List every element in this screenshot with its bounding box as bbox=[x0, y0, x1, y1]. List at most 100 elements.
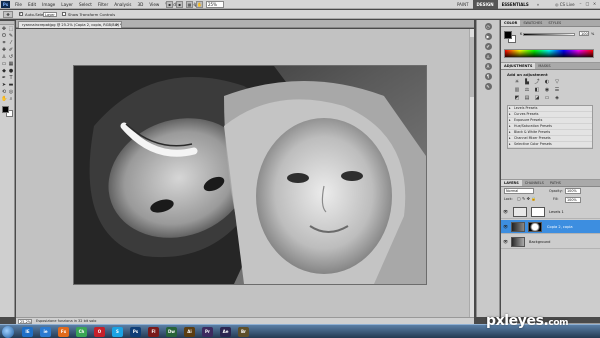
visibility-eye-icon[interactable]: 👁 bbox=[503, 239, 508, 244]
hue-saturation-icon[interactable]: ▥ bbox=[513, 87, 521, 93]
menu-edit[interactable]: Edit bbox=[28, 0, 36, 9]
shape-tool-icon[interactable]: ▬ bbox=[8, 82, 14, 88]
menu-view[interactable]: View bbox=[149, 0, 159, 9]
tab-color[interactable]: COLOR bbox=[501, 20, 521, 26]
blend-mode-dropdown[interactable]: Normal bbox=[504, 188, 534, 194]
taskbar-app-button[interactable]: Ps bbox=[130, 327, 141, 337]
scrollbar-thumb[interactable] bbox=[470, 37, 474, 97]
color-balance-icon[interactable]: ⚖ bbox=[523, 87, 531, 93]
tab-adjustments[interactable]: ADJUSTMENTS bbox=[501, 63, 536, 69]
gradient-map-icon[interactable]: ▭ bbox=[543, 95, 551, 101]
start-button[interactable] bbox=[2, 326, 14, 338]
color-swatches[interactable] bbox=[2, 106, 13, 117]
preset-selective-color[interactable]: Selective Color Presets bbox=[508, 142, 592, 148]
paragraph-panel-icon[interactable]: ¶ bbox=[484, 73, 492, 80]
visibility-eye-icon[interactable]: 👁 bbox=[503, 209, 508, 214]
close-tab-icon[interactable]: × bbox=[116, 22, 119, 28]
color-channel-value[interactable]: 100 bbox=[579, 31, 589, 36]
opacity-field[interactable]: 100% bbox=[565, 188, 581, 194]
quick-select-tool-icon[interactable]: ✎ bbox=[8, 33, 14, 39]
levels-icon[interactable]: ▙ bbox=[523, 79, 531, 85]
taskbar-app-button[interactable]: Ch bbox=[76, 327, 87, 337]
taskbar-app-button[interactable]: S bbox=[112, 327, 123, 337]
taskbar-app-button[interactable]: Br bbox=[238, 327, 249, 337]
tab-layers[interactable]: LAYERS bbox=[501, 180, 522, 186]
channel-mixer-icon[interactable]: ☰ bbox=[553, 87, 561, 93]
menu-3d[interactable]: 3D bbox=[138, 0, 144, 9]
history-brush-tool-icon[interactable]: ↺ bbox=[8, 54, 14, 60]
vertical-scrollbar[interactable] bbox=[469, 29, 474, 317]
menu-filter[interactable]: Filter bbox=[98, 0, 108, 9]
taskbar-app-button[interactable]: Fx bbox=[58, 327, 69, 337]
black-white-icon[interactable]: ◧ bbox=[533, 87, 541, 93]
lasso-tool-icon[interactable]: ʘ bbox=[1, 33, 7, 39]
maximize-icon[interactable]: □ bbox=[585, 1, 590, 7]
visibility-eye-icon[interactable]: 👁 bbox=[503, 224, 508, 229]
marquee-tool-icon[interactable]: ⬚ bbox=[8, 26, 14, 32]
invert-icon[interactable]: ◩ bbox=[513, 95, 521, 101]
photo-filter-icon[interactable]: ◉ bbox=[543, 87, 551, 93]
curves-icon[interactable]: ⤴ bbox=[533, 79, 541, 85]
fill-field[interactable]: 100% bbox=[565, 197, 581, 203]
taskbar-app-button[interactable]: IE bbox=[22, 327, 33, 337]
history-panel-icon[interactable]: ◷ bbox=[484, 23, 492, 30]
close-icon[interactable]: × bbox=[592, 1, 597, 7]
taskbar-app-button[interactable]: Dw bbox=[166, 327, 177, 337]
lock-icons[interactable]: ▢ ✎ ✥ 🔒 bbox=[517, 196, 536, 202]
layer-row-levels[interactable]: 👁 Levels 1 bbox=[501, 205, 600, 219]
color-panel-foreground-swatch[interactable] bbox=[504, 31, 512, 39]
taskbar-app-button[interactable]: O bbox=[94, 327, 105, 337]
layer-mask-thumbnail[interactable] bbox=[531, 207, 545, 217]
color-spectrum-ramp[interactable] bbox=[504, 49, 594, 58]
tool-presets-panel-icon[interactable]: ✎ bbox=[484, 83, 492, 90]
taskbar-app-button[interactable]: ie bbox=[40, 327, 51, 337]
brush-tool-icon[interactable]: ✐ bbox=[8, 47, 14, 53]
taskbar-app-button[interactable]: Pr bbox=[202, 327, 213, 337]
tab-masks[interactable]: MASKS bbox=[535, 63, 553, 69]
vibrance-icon[interactable]: ▽ bbox=[553, 79, 561, 85]
move-tool-icon[interactable]: ✥ bbox=[1, 26, 7, 32]
threshold-icon[interactable]: ◪ bbox=[533, 95, 541, 101]
cs-live-button[interactable]: ◎ CS Live bbox=[555, 0, 575, 9]
taskbar-app-button[interactable]: Ai bbox=[184, 327, 195, 337]
layer-mask-thumbnail[interactable] bbox=[528, 222, 542, 232]
menu-select[interactable]: Select bbox=[79, 0, 92, 9]
posterize-icon[interactable]: ▤ bbox=[523, 95, 531, 101]
3d-orbit-tool-icon[interactable]: ◎ bbox=[8, 89, 14, 95]
taskbar-app-button[interactable]: Fl bbox=[148, 327, 159, 337]
brush-panel-icon[interactable]: ✐ bbox=[484, 43, 492, 50]
color-channel-slider[interactable] bbox=[523, 33, 575, 36]
clone-source-panel-icon[interactable]: ♙ bbox=[484, 53, 492, 60]
extras-icon[interactable]: ▦ bbox=[186, 1, 193, 8]
workspace-design[interactable]: DESIGN bbox=[472, 0, 498, 9]
zoom-level-field[interactable]: 25% bbox=[206, 1, 224, 8]
layer-row-copia[interactable]: 👁 Copia 2, copia bbox=[501, 220, 600, 234]
bridge-icon[interactable]: ▪ bbox=[166, 1, 173, 8]
zoom-icon[interactable]: ⌕ bbox=[8, 96, 14, 102]
layer-row-background[interactable]: 👁 Background bbox=[501, 235, 600, 249]
minimize-icon[interactable]: – bbox=[578, 1, 583, 7]
tab-paths[interactable]: PATHS bbox=[547, 180, 564, 186]
actions-panel-icon[interactable]: ▶ bbox=[484, 33, 492, 40]
pen-tool-icon[interactable]: ✒ bbox=[1, 75, 7, 81]
menu-image[interactable]: Image bbox=[42, 0, 55, 9]
hand-tool-icon[interactable]: ✋ bbox=[196, 1, 203, 8]
tab-swatches[interactable]: SWATCHES bbox=[520, 20, 545, 26]
gradient-tool-icon[interactable]: ▦ bbox=[8, 61, 14, 67]
clone-stamp-tool-icon[interactable]: ♙ bbox=[1, 54, 7, 60]
tool-preset-picker[interactable]: ✥ bbox=[3, 11, 13, 18]
tab-styles[interactable]: STYLES bbox=[545, 20, 564, 26]
tab-channels[interactable]: CHANNELS bbox=[522, 180, 547, 186]
character-panel-icon[interactable]: A bbox=[484, 63, 492, 70]
dodge-tool-icon[interactable]: ● bbox=[8, 68, 14, 74]
brightness-contrast-icon[interactable]: ☀ bbox=[513, 79, 521, 85]
document-tab[interactable]: ryannaincrepakjpg @ 25.2% (Copia 2, copi… bbox=[18, 21, 122, 28]
document-image[interactable] bbox=[74, 66, 426, 284]
selective-color-icon[interactable]: ◈ bbox=[553, 95, 561, 101]
hand-icon[interactable]: ✋ bbox=[1, 96, 7, 102]
menu-file[interactable]: File bbox=[15, 0, 22, 9]
blur-tool-icon[interactable]: ◆ bbox=[1, 68, 7, 74]
workspace-essentials[interactable]: ESSENTIALS bbox=[498, 0, 533, 9]
healing-tool-icon[interactable]: ✚ bbox=[1, 47, 7, 53]
menu-layer[interactable]: Layer bbox=[61, 0, 73, 9]
